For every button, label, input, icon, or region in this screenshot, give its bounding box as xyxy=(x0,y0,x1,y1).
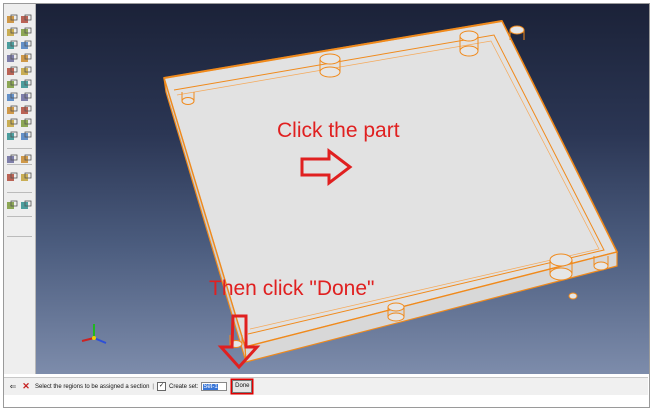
orientation-manager-icon[interactable] xyxy=(20,77,32,88)
toolbox-separator xyxy=(7,236,32,237)
datum-point-icon[interactable] xyxy=(6,129,18,140)
prompt-message: Select the regions to be assigned a sect… xyxy=(35,383,150,390)
toolbox-row xyxy=(6,170,34,182)
create-set-field[interactable]: Set-1 xyxy=(201,382,228,391)
material-manager-icon[interactable] xyxy=(20,25,32,36)
create-part-icon[interactable] xyxy=(6,12,18,23)
view-triad xyxy=(81,324,107,344)
query-icon[interactable] xyxy=(20,64,32,75)
assign-beam-orientation-icon[interactable] xyxy=(6,64,18,75)
module-toolbox xyxy=(4,4,36,374)
toolbox-row xyxy=(6,129,34,141)
toolbox-row xyxy=(6,103,34,115)
viewport[interactable] xyxy=(36,4,649,374)
part-manager-icon[interactable] xyxy=(20,12,32,23)
prompt-area: ⇐ ✕ Select the regions to be assigned a … xyxy=(4,377,648,395)
partition-icon[interactable] xyxy=(6,152,18,163)
back-arrow-icon[interactable]: ⇐ xyxy=(8,382,18,392)
create-material-icon[interactable] xyxy=(6,25,18,36)
toolbox-row xyxy=(6,90,34,102)
create-set-checkbox[interactable]: ✓ xyxy=(156,382,166,391)
toolbox-row xyxy=(6,116,34,128)
create-set-value: Set-1 xyxy=(203,384,218,390)
toolbox-separator xyxy=(7,148,32,149)
set-create-icon[interactable] xyxy=(6,198,18,209)
toolbox-row xyxy=(6,12,34,24)
assign-material-orientation-icon[interactable] xyxy=(6,77,18,88)
toolbox-separator xyxy=(7,192,32,193)
toolbox-row xyxy=(6,25,34,37)
datum-axis-icon[interactable] xyxy=(20,129,32,140)
toolbox-row xyxy=(6,64,34,76)
special-icon[interactable] xyxy=(6,103,18,114)
profile-manager-icon[interactable] xyxy=(20,90,32,101)
assign-section-icon[interactable] xyxy=(6,51,18,62)
inertia-manager-icon[interactable] xyxy=(20,103,32,114)
toolbox-row xyxy=(6,198,34,210)
part-view[interactable] xyxy=(36,4,649,374)
annotation-click-done: Then click "Done" xyxy=(209,277,375,300)
boss-top-right-2 xyxy=(509,25,525,40)
toolbox-row xyxy=(6,51,34,63)
stringer-icon[interactable] xyxy=(20,116,32,127)
datum-csys-icon[interactable] xyxy=(20,170,32,181)
toolbox-row xyxy=(6,77,34,89)
annotation-click-part: Click the part xyxy=(277,119,400,142)
toolbox-row xyxy=(6,152,34,164)
toolbox-separator xyxy=(7,216,32,217)
create-profile-icon[interactable] xyxy=(6,90,18,101)
surface-create-icon[interactable] xyxy=(20,198,32,209)
done-button[interactable]: Done xyxy=(232,380,253,393)
prompt-separator: | xyxy=(152,383,154,390)
create-section-icon[interactable] xyxy=(6,38,18,49)
create-set-label: Create set: xyxy=(168,383,199,390)
datum-plane-icon[interactable] xyxy=(6,170,18,181)
skin-icon[interactable] xyxy=(6,116,18,127)
section-assignment-manager-icon[interactable] xyxy=(20,51,32,62)
partition-edge-icon[interactable] xyxy=(20,152,32,163)
toolbox-row xyxy=(6,38,34,50)
section-manager-icon[interactable] xyxy=(20,38,32,49)
cancel-icon[interactable]: ✕ xyxy=(21,381,31,392)
